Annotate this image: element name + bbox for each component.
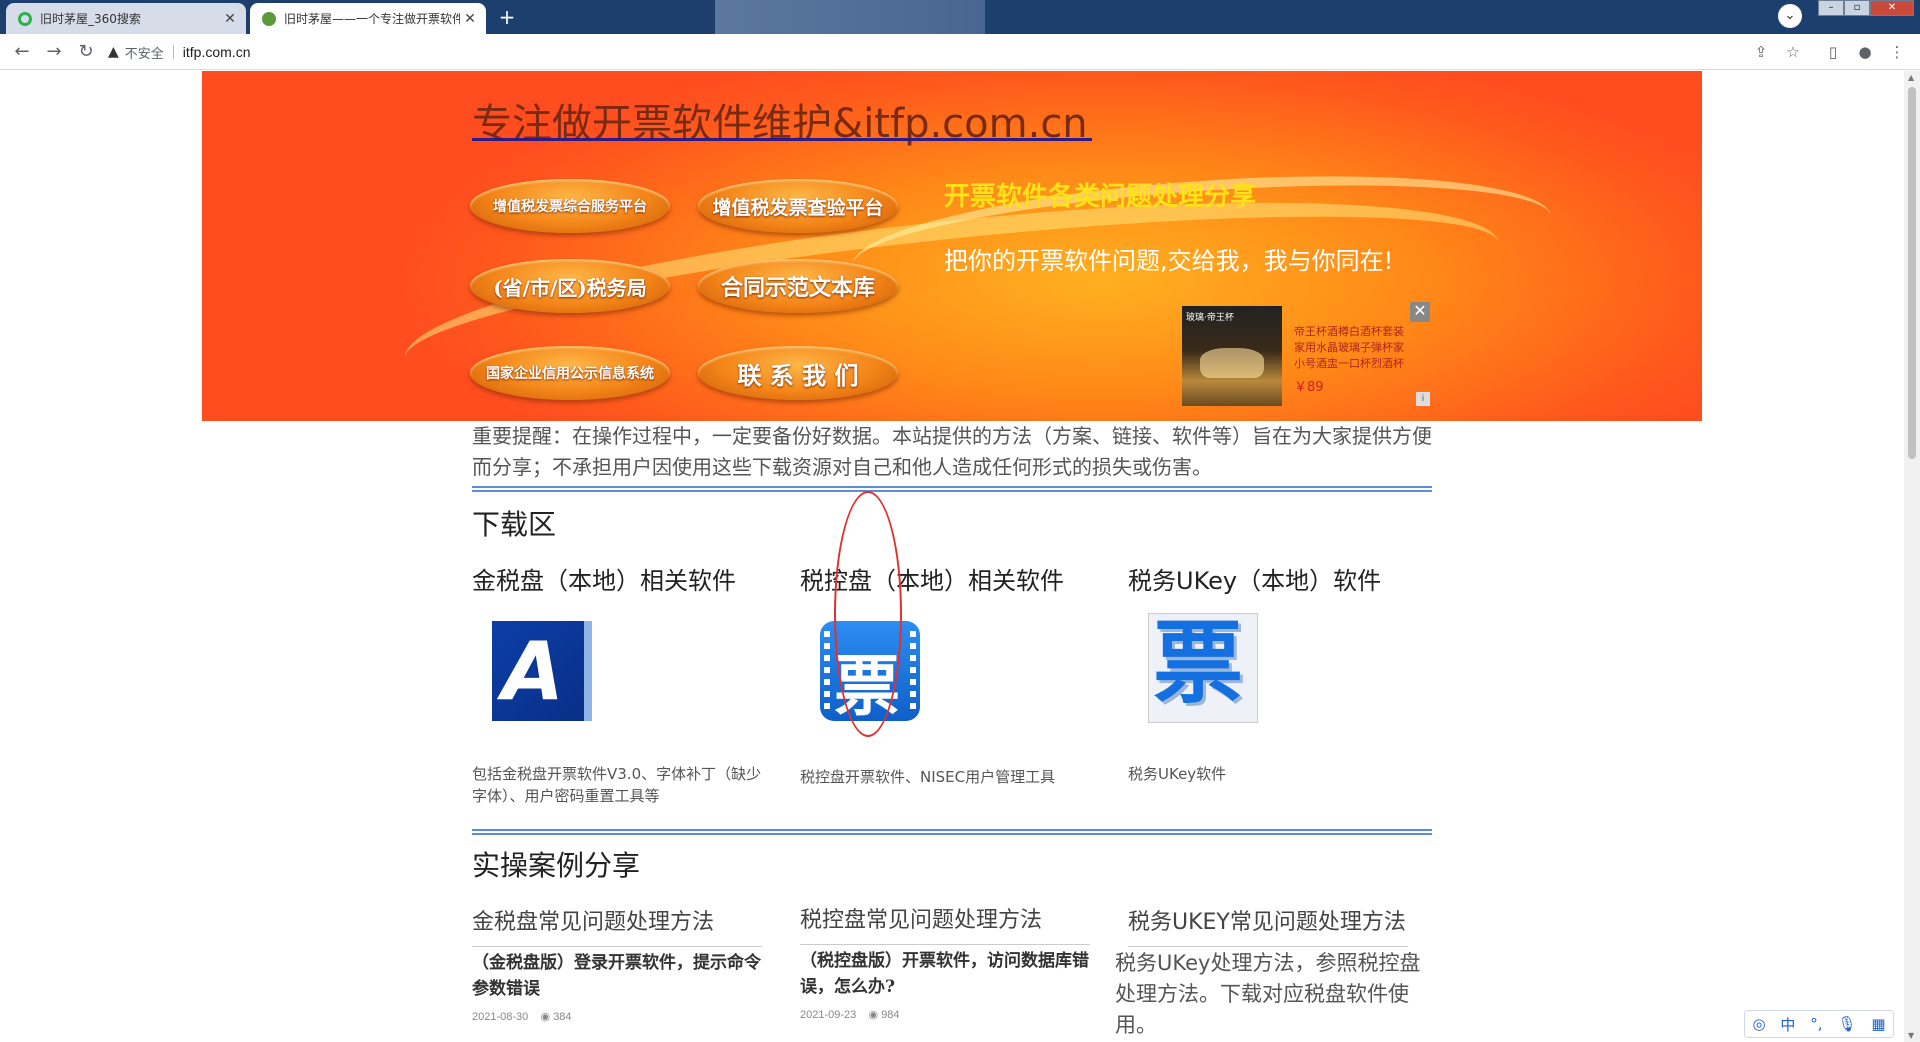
contract-template-button[interactable]: 合同示范文本库 — [698, 259, 898, 313]
search-favicon-icon — [18, 11, 32, 26]
ad-mark-icon: i — [1416, 392, 1430, 406]
tab-search-icon[interactable]: ⌄ — [1778, 4, 1802, 28]
ukey-software-icon[interactable]: 票 — [1148, 613, 1258, 723]
red-annotation-circle — [834, 491, 902, 737]
slogan-main: 开票软件各类问题处理分享 — [944, 182, 1257, 212]
download-title-jinshuipan[interactable]: 金税盘（本地）相关软件 — [472, 561, 736, 596]
header-banner: 专注做开票软件维护&itfp.com.cn 增值税发票综合服务平台 增值税发票查… — [202, 71, 1702, 421]
page-scrollbar[interactable]: ▲ ▼ — [1904, 71, 1920, 1042]
ime-microphone-icon[interactable]: 🎙 — [1837, 1015, 1856, 1033]
vat-service-platform-button[interactable]: 增值税发票综合服务平台 — [470, 179, 670, 233]
tab-title: 旧时茅屋_360搜索 — [40, 12, 141, 26]
back-icon[interactable]: ← — [10, 41, 34, 63]
ime-punctuation-icon[interactable]: °, — [1810, 1015, 1822, 1033]
ad-text[interactable]: 帝王杯酒樽白酒杯套装家用水晶玻璃子弹杯家小号酒盅一口杯烈酒杯 — [1294, 324, 1414, 372]
forward-icon[interactable]: → — [42, 41, 66, 63]
case-column-title-shuikongpan[interactable]: 税控盘常见问题处理方法 — [800, 902, 1090, 945]
profile-avatar-icon[interactable]: ● — [1854, 42, 1876, 62]
download-desc-shuikongpan: 税控盘开票软件、NISEC用户管理工具 — [800, 768, 1056, 786]
close-tab-icon[interactable]: ✕ — [460, 11, 480, 27]
browser-tab-active[interactable]: 旧时茅屋——一个专注做开票软件 ✕ — [250, 3, 486, 34]
jinshuipan-software-icon[interactable]: A — [492, 621, 592, 721]
close-tab-icon[interactable]: ✕ — [220, 11, 240, 27]
bookmark-star-icon[interactable]: ☆ — [1782, 42, 1804, 62]
reload-icon[interactable]: ↻ — [74, 41, 98, 63]
input-method-toolbar[interactable]: ◎ 中 °, 🎙 ▦ — [1744, 1010, 1894, 1038]
tab-title: 旧时茅屋——一个专注做开票软件 — [284, 12, 460, 26]
case-column-title-ukey[interactable]: 税务UKEY常见问题处理方法 — [1128, 904, 1408, 947]
case-article-link[interactable]: （金税盘版）登录开票软件，提示命令参数错误 — [472, 950, 762, 1002]
minimize-button[interactable]: – — [1818, 0, 1844, 16]
download-desc-ukey: 税务UKey软件 — [1128, 765, 1227, 783]
close-window-button[interactable]: ✕ — [1870, 0, 1914, 16]
download-title-ukey[interactable]: 税务UKey（本地）软件 — [1128, 561, 1381, 596]
ad-widget[interactable]: 玻璃·帝王杯 帝王杯酒樽白酒杯套装家用水晶玻璃子弹杯家小号酒盅一口杯烈酒杯 ￥8… — [1182, 302, 1432, 408]
cases-heading: 实操案例分享 — [472, 849, 641, 882]
article-meta: 2021-08-30 ◉ 384 — [472, 1010, 572, 1023]
important-notice: 重要提醒：在操作过程中，一定要备份好数据。本站提供的方法（方案、链接、软件等）旨… — [472, 424, 1432, 479]
scroll-down-icon[interactable]: ▼ — [1908, 1031, 1914, 1040]
browser-tab-bar: 旧时茅屋_360搜索 ✕ 旧时茅屋——一个专注做开票软件 ✕ + ⌄ – ▫ ✕ — [0, 0, 1920, 34]
scroll-thumb[interactable] — [1908, 87, 1916, 459]
scroll-up-icon[interactable]: ▲ — [1908, 73, 1914, 82]
views-eye-icon: ◉ — [540, 1011, 551, 1023]
tax-bureau-button[interactable]: (省/市/区)税务局 — [470, 259, 670, 313]
download-desc-jinshuipan: 包括金税盘开票软件V3.0、字体补丁（缺少字体）、用户密码重置工具等 — [472, 765, 762, 805]
article-views: 984 — [881, 1009, 900, 1021]
ime-logo-icon[interactable]: ◎ — [1752, 1015, 1765, 1033]
invoice-check-platform-button[interactable]: 增值税发票查验平台 — [698, 179, 898, 233]
enterprise-credit-button[interactable]: 国家企业信用公示信息系统 — [470, 346, 670, 400]
divider — [472, 829, 1432, 835]
divider — [472, 486, 1432, 492]
url-text: itfp.com.cn — [182, 44, 251, 60]
ad-image[interactable]: 玻璃·帝王杯 — [1182, 306, 1282, 406]
slogan-sub: 把你的开票软件问题,交给我，我与你同在! — [944, 247, 1394, 275]
ime-grid-icon[interactable]: ▦ — [1871, 1015, 1885, 1033]
article-views: 384 — [553, 1011, 572, 1023]
contact-us-button[interactable]: 联 系 我 们 — [698, 346, 898, 400]
case-ukey-text: 税务UKey处理方法，参照税控盘处理方法。下载对应税盘软件使用。 — [1115, 951, 1421, 1037]
article-date: 2021-09-23 — [800, 1009, 857, 1021]
warning-icon: ▲ — [108, 44, 119, 60]
article-date: 2021-08-30 — [472, 1011, 529, 1023]
security-label: 不安全 — [124, 46, 164, 62]
site-favicon-icon — [262, 11, 276, 26]
side-panel-icon[interactable]: ▯ — [1822, 42, 1844, 62]
ad-close-icon[interactable]: ✕ — [1410, 302, 1430, 322]
share-icon[interactable]: ⇪ — [1750, 42, 1772, 62]
maximize-button[interactable]: ▫ — [1844, 0, 1870, 16]
browser-tab-search[interactable]: 旧时茅屋_360搜索 ✕ — [6, 3, 246, 34]
views-eye-icon: ◉ — [868, 1009, 879, 1021]
article-meta: 2021-09-23 ◉ 984 — [800, 1008, 900, 1021]
case-article-link[interactable]: （税控盘版）开票软件，访问数据库错误，怎么办? — [800, 948, 1090, 1000]
browser-toolbar: ← → ↻ ▲ 不安全 itfp.com.cn ⇪ ☆ ▯ ● ⋮ — [0, 34, 1920, 70]
case-column-title-jinshuipan[interactable]: 金税盘常见问题处理方法 — [472, 904, 762, 947]
menu-icon[interactable]: ⋮ — [1886, 42, 1908, 62]
web-page: 专注做开票软件维护&itfp.com.cn 增值税发票综合服务平台 增值税发票查… — [0, 71, 1904, 1042]
address-bar[interactable]: ▲ 不安全 itfp.com.cn — [108, 39, 1778, 65]
ad-price: ￥89 — [1294, 380, 1324, 395]
ad-image-tag: 玻璃·帝王杯 — [1186, 313, 1234, 323]
new-tab-button[interactable]: + — [494, 6, 520, 30]
downloads-heading: 下载区 — [472, 508, 557, 541]
ime-language[interactable]: 中 — [1780, 1014, 1795, 1035]
